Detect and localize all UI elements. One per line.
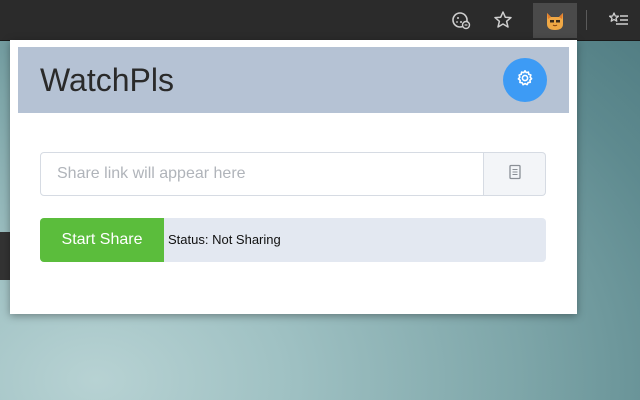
share-link-input[interactable]: [40, 152, 484, 196]
bookmark-star-icon[interactable]: [491, 8, 515, 32]
popup-header: WatchPls: [18, 47, 569, 113]
extension-cat-icon[interactable]: [533, 3, 577, 38]
share-controls: Start Share Status: Not Sharing: [40, 218, 546, 262]
gear-icon: [516, 69, 534, 92]
extension-popup: WatchPls Start Share: [10, 40, 577, 314]
app-title: WatchPls: [40, 62, 174, 98]
settings-button[interactable]: [503, 58, 547, 102]
start-share-button[interactable]: Start Share: [40, 218, 164, 262]
clipboard-icon: [508, 164, 522, 185]
status-text: Status: Not Sharing: [168, 232, 281, 247]
copy-link-button[interactable]: [484, 152, 546, 196]
toolbar-divider: [586, 10, 587, 30]
browser-toolbar: [0, 0, 640, 41]
share-link-group: [40, 152, 546, 196]
reading-list-icon[interactable]: [607, 8, 631, 32]
cookie-icon[interactable]: [449, 8, 473, 32]
